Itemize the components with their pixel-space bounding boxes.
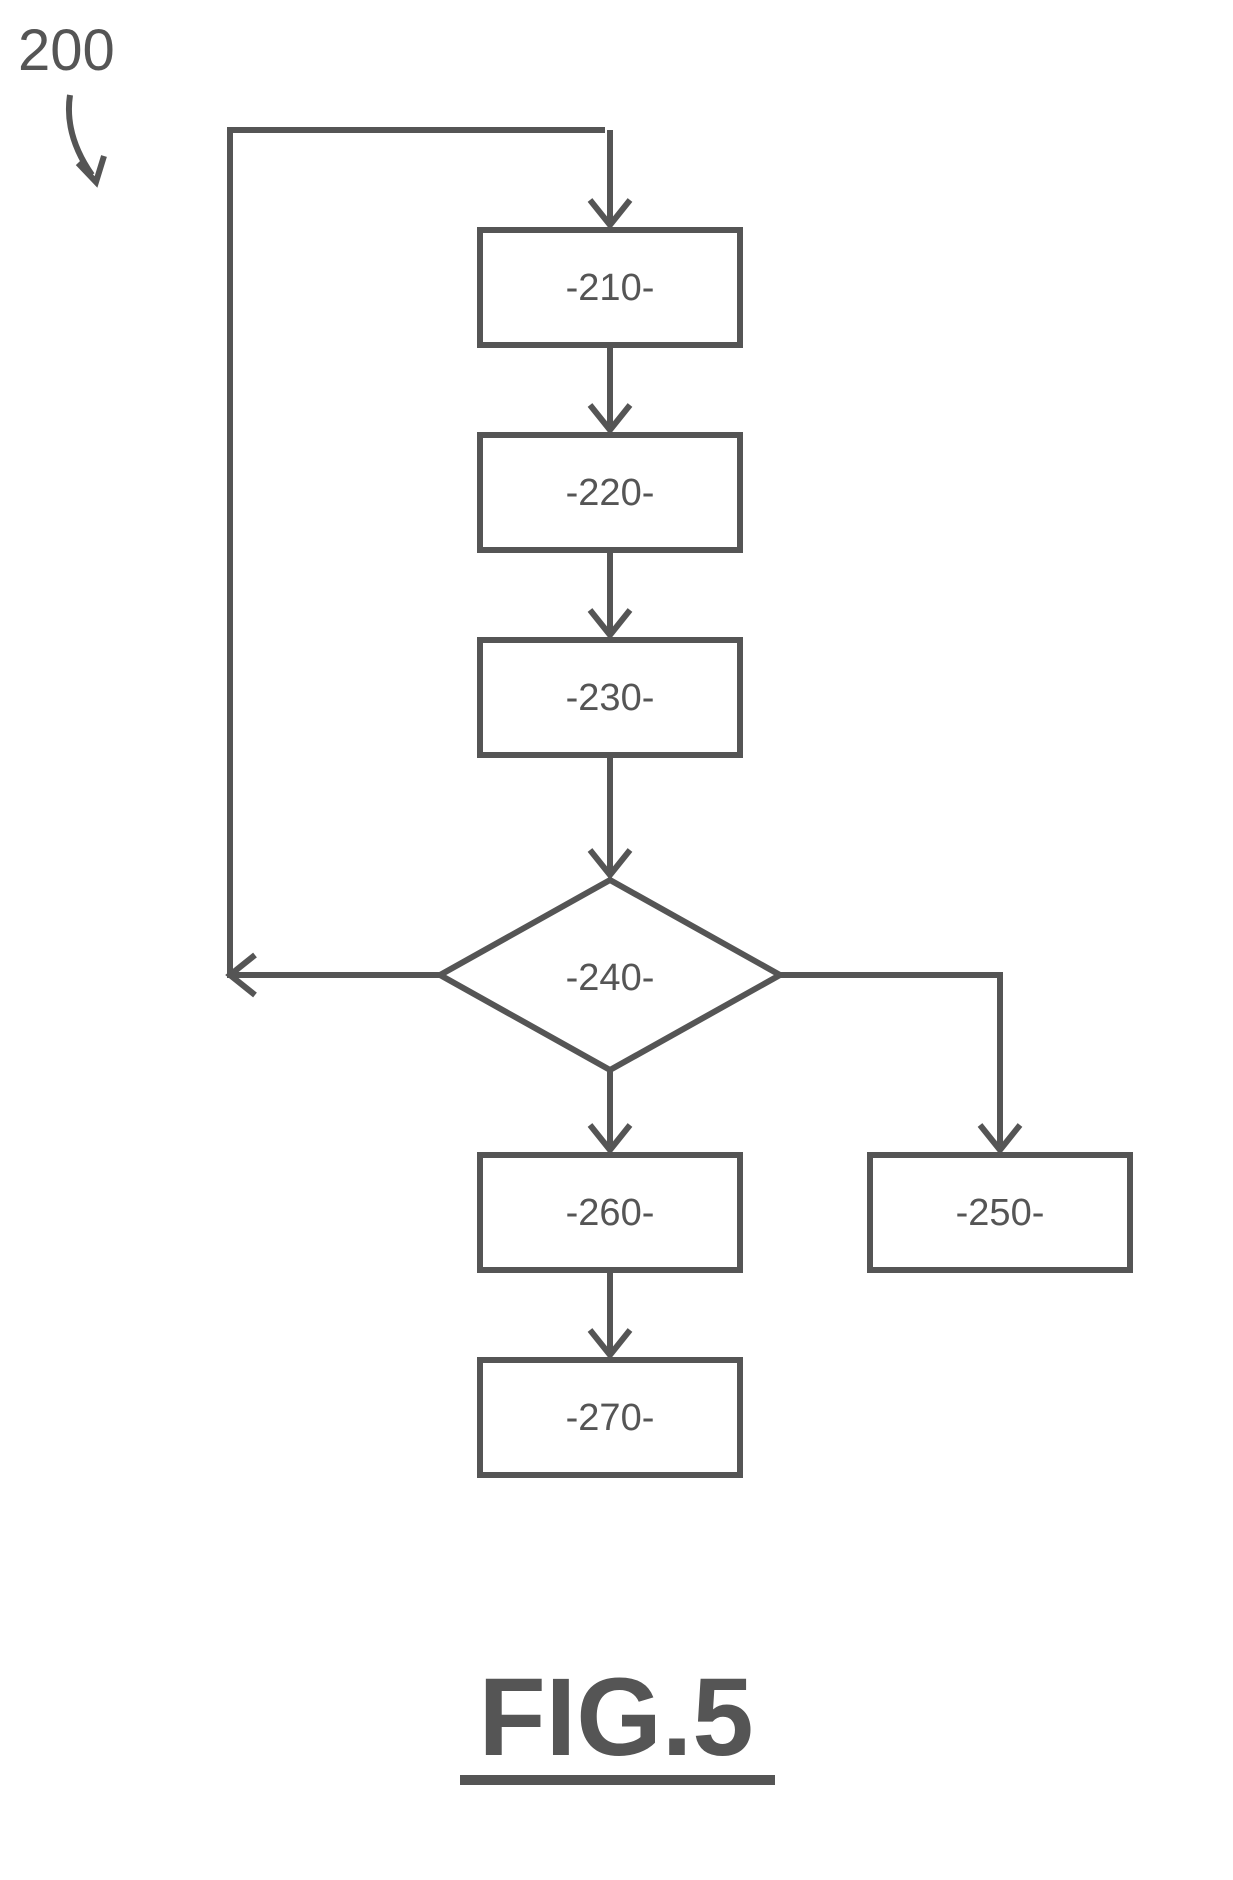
annotation-number: 200 bbox=[18, 18, 115, 83]
label-230: -230- bbox=[566, 677, 655, 719]
label-270: -270- bbox=[566, 1397, 655, 1439]
flowchart-diagram: 200 -210- -220- -230- -240- -260- -250- … bbox=[0, 0, 1233, 1880]
label-250: -250- bbox=[956, 1192, 1045, 1234]
figure-label: FIG.5 bbox=[478, 1656, 753, 1779]
label-260: -260- bbox=[566, 1192, 655, 1234]
label-210: -210- bbox=[566, 267, 655, 309]
edge-240-250 bbox=[780, 975, 1000, 1145]
label-240: -240- bbox=[566, 957, 655, 999]
label-220: -220- bbox=[566, 472, 655, 514]
